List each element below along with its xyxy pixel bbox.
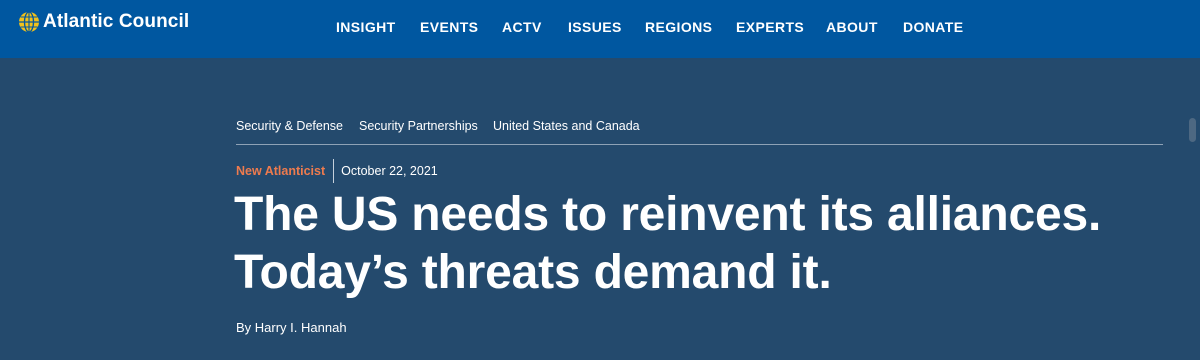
article-title-line-1: The US needs to reinvent its alliances. [234, 188, 1102, 241]
nav-item-about[interactable]: ABOUT [826, 19, 878, 35]
brand-name: Atlantic Council [43, 11, 190, 32]
nav-item-insight[interactable]: INSIGHT [336, 19, 396, 35]
tag-united-states-canada[interactable]: United States and Canada [493, 119, 640, 133]
scrollbar-thumb[interactable] [1189, 118, 1196, 142]
section-link[interactable]: New Atlanticist [236, 164, 325, 178]
article-title-line-2: Today’s threats demand it. [234, 246, 832, 299]
nav-item-issues[interactable]: ISSUES [568, 19, 622, 35]
nav-item-events[interactable]: EVENTS [420, 19, 478, 35]
publish-date: October 22, 2021 [341, 164, 438, 178]
nav-item-donate[interactable]: DONATE [903, 19, 963, 35]
article-title: The US needs to reinvent its alliances. … [234, 186, 1174, 302]
tag-security-partnerships[interactable]: Security Partnerships [359, 119, 478, 133]
nav-item-actv[interactable]: ACTV [502, 19, 542, 35]
tag-security-defense[interactable]: Security & Defense [236, 119, 343, 133]
meta-separator [333, 159, 335, 183]
globe-icon [18, 11, 40, 33]
atlantic-council-logo[interactable]: Atlantic Council [18, 11, 189, 33]
top-navigation-bar: Atlantic Council INSIGHT EVENTS ACTV ISS… [0, 0, 1200, 58]
article-meta: New Atlanticist October 22, 2021 [236, 159, 438, 183]
page-scrollbar[interactable] [1184, 58, 1200, 360]
tags-divider [236, 144, 1163, 145]
nav-item-regions[interactable]: REGIONS [645, 19, 712, 35]
nav-item-experts[interactable]: EXPERTS [736, 19, 804, 35]
article-byline: By Harry I. Hannah [236, 320, 347, 335]
